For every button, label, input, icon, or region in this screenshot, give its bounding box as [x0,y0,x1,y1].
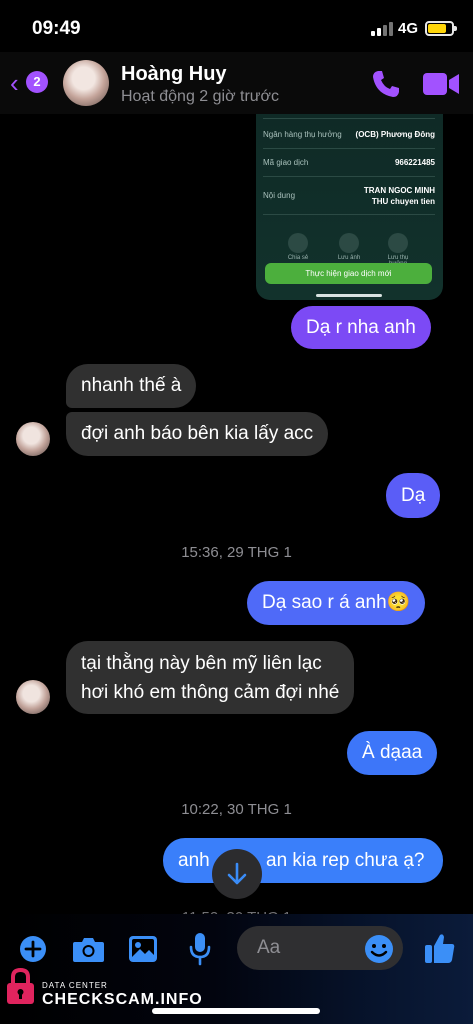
receipt-value: THU chuyen tien [371,197,435,206]
message-text: anh [178,850,210,871]
arrow-down-icon [227,862,247,885]
message-incoming[interactable]: đợi anh báo bên kia lấy acc [66,412,329,456]
watermark-line1: DATA CENTER [42,981,108,990]
receipt-value: TRAN NGOC MINH [363,186,435,195]
message-incoming[interactable]: tại thằng này bên mỹ liên lạc hơi khó em… [66,641,355,714]
receipt-label: Ngân hàng thụ hưởng [263,130,342,139]
status-time: 09:49 [32,18,81,39]
receipt-row: Mã giao dịch 966221485 [263,158,435,167]
timestamp: 10:22, 30 THG 1 [181,801,292,818]
image-icon[interactable] [128,935,158,963]
message-list[interactable]: Ngân hàng thụ hưởng (OCB) Phương Đông Mã… [0,114,473,926]
message-outgoing[interactable]: À dạaa [347,731,438,775]
divider [263,118,435,119]
contact-status: Hoạt động 2 giờ trước [121,88,279,105]
video-call-icon[interactable] [422,70,460,98]
composer-bar: DATA CENTER CHECKSCAM.INFO [0,914,473,1024]
receipt-value: 966221485 [394,158,435,167]
contact-avatar-small[interactable] [16,422,50,456]
scroll-to-bottom-button[interactable] [212,849,262,899]
plus-icon[interactable] [19,935,47,963]
transfer-receipt-image[interactable]: Ngân hàng thụ hưởng (OCB) Phương Đông Mã… [256,114,443,300]
message-line: tại thằng này bên mỹ liên lạc [81,653,322,674]
receipt-row: Ngân hàng thụ hưởng (OCB) Phương Đông [263,130,435,139]
thumbs-up-icon[interactable] [424,931,456,965]
receipt-row: Nội dung TRAN NGOC MINH THU chuyen tien [263,186,435,206]
phone-call-icon[interactable] [370,68,402,100]
receipt-home-bar [316,294,382,297]
receipt-action-label: Chia sẻ [287,255,309,261]
message-outgoing[interactable]: anh an kia rep chưa ạ? [163,838,443,883]
status-bar: 09:49 4G [0,0,473,52]
microphone-icon[interactable] [188,932,212,966]
divider [263,176,435,177]
unread-badge: 2 [26,71,48,93]
message-outgoing[interactable]: Dạ [386,473,441,518]
back-button[interactable]: ‹ 2 [10,68,50,98]
contact-name[interactable]: Hoàng Huy [121,63,227,86]
chat-header: ‹ 2 Hoàng Huy Hoạt động 2 giờ trước [0,52,473,114]
user-icon [388,233,408,253]
emoji-icon[interactable] [364,934,394,964]
lock-icon [7,967,34,1004]
timestamp: 15:36, 29 THG 1 [181,544,292,561]
contact-avatar[interactable] [63,60,109,106]
battery-icon [425,21,457,36]
receipt-label: Nội dung [263,191,296,200]
message-outgoing[interactable]: Dạ r nha anh [291,306,431,349]
divider [263,148,435,149]
receipt-action-label: Lưu ảnh [337,255,361,261]
watermark-line2: CHECKSCAM.INFO [42,991,203,1008]
camera-icon [339,233,359,253]
message-line: hơi khó em thông cảm đợi nhé [81,682,340,703]
receipt-value: (OCB) Phương Đông [355,130,435,139]
camera-icon[interactable] [72,935,105,963]
new-transaction-button: Thực hiện giao dịch mới [265,263,432,284]
network-type: 4G [398,20,419,37]
chevron-left-icon: ‹ [10,68,19,98]
message-outgoing[interactable]: Dạ sao r á anh🥺 [247,581,426,625]
divider [263,214,435,215]
home-indicator [152,1008,320,1014]
signal-icon [371,22,393,36]
share-icon [288,233,308,253]
message-incoming[interactable]: nhanh thế à [66,364,197,408]
receipt-label: Mã giao dịch [263,158,309,167]
contact-avatar-small[interactable] [16,680,50,714]
message-text: an kia rep chưa ạ? [266,850,425,871]
